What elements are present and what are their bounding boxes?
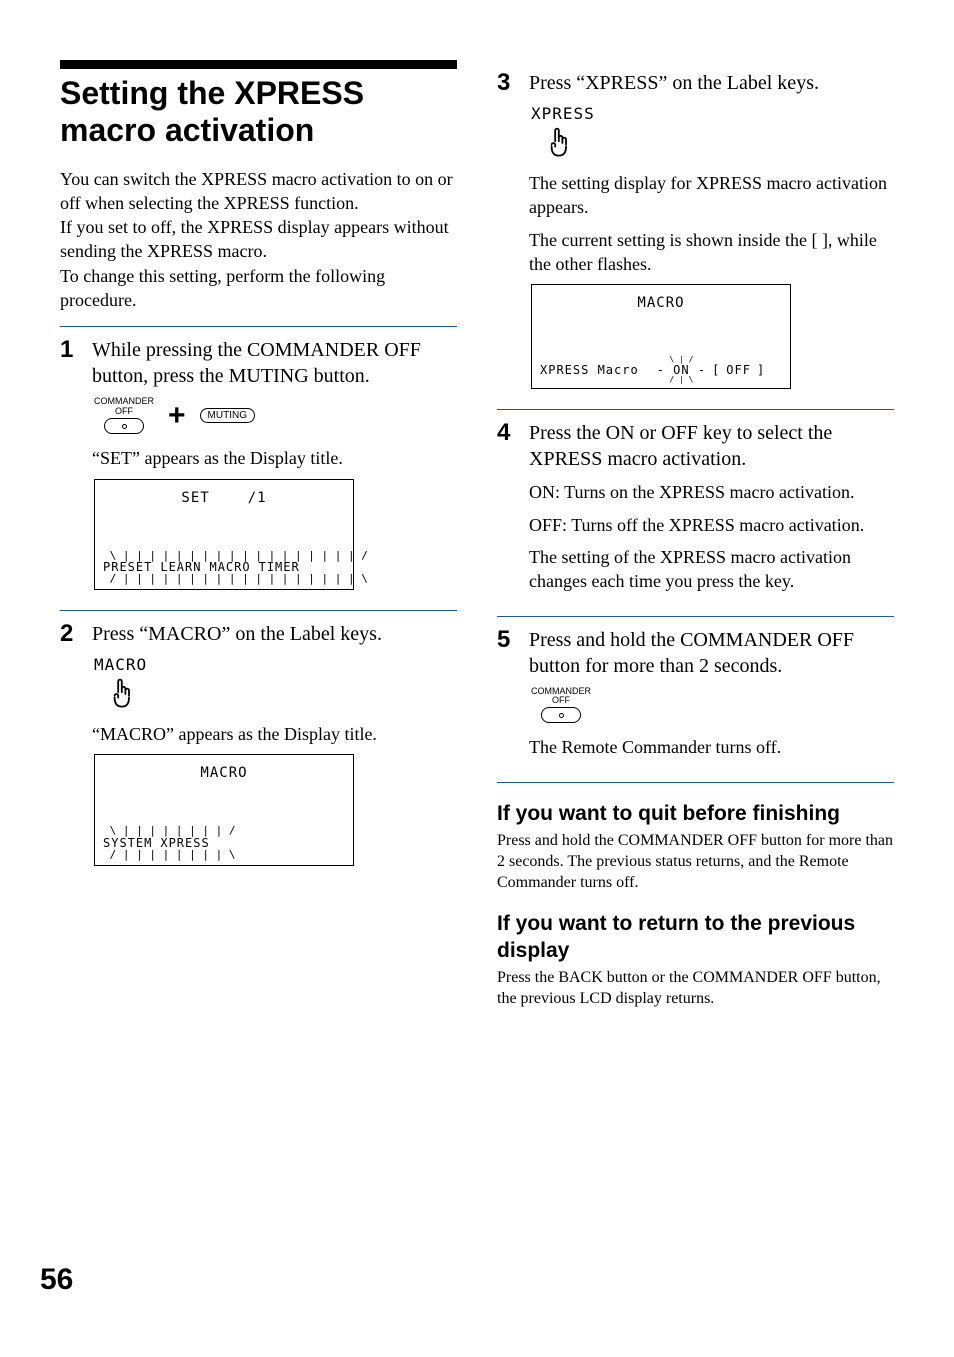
hand-press-icon bbox=[102, 676, 138, 712]
label-key-text: MACRO bbox=[94, 655, 147, 674]
lcd-row-label: XPRESS Macro bbox=[540, 363, 639, 377]
lcd-ticks-top: \ | | | | | | | | / bbox=[103, 827, 345, 835]
pill-icon bbox=[104, 418, 144, 434]
step-2: 2 Press “MACRO” on the Label keys. MACRO… bbox=[60, 621, 457, 872]
step-5: 5 Press and hold the COMMANDER OFF butto… bbox=[497, 627, 894, 768]
hand-press-icon bbox=[539, 125, 575, 161]
step-number: 3 bbox=[497, 70, 519, 395]
quit-section: If you want to quit before finishing Pre… bbox=[497, 801, 894, 894]
right-column: 3 Press “XPRESS” on the Label keys. XPRE… bbox=[497, 60, 894, 1009]
left-column: Setting the XPRESS macro activation You … bbox=[60, 60, 457, 1009]
lcd-ticks-top: \ | | | | | | | | | | | | | | | | | | / bbox=[103, 552, 345, 560]
lcd-title-macro: MACRO bbox=[103, 765, 345, 781]
commander-off-button-graphic: COMMANDER OFF bbox=[531, 687, 591, 724]
off-option: OFF bbox=[726, 363, 751, 377]
return-body: Press the BACK button or the COMMANDER O… bbox=[497, 968, 894, 1010]
bracket-close: ] bbox=[757, 363, 765, 377]
step-4-off-desc: OFF: Turns off the XPRESS macro activati… bbox=[529, 513, 894, 537]
step-3-instruction: Press “XPRESS” on the Label keys. bbox=[529, 70, 894, 96]
plus-icon: + bbox=[168, 401, 186, 431]
step-number: 5 bbox=[497, 627, 519, 768]
step-2-result: “MACRO” appears as the Display title. bbox=[92, 722, 457, 746]
lcd-ticks-bottom: / | | | | | | | | | | | | | | | | | | \ bbox=[103, 575, 345, 583]
step-4-instruction: Press the ON or OFF key to select the XP… bbox=[529, 420, 894, 472]
step-number: 1 bbox=[60, 337, 82, 596]
step-divider bbox=[497, 782, 894, 783]
lcd-title: MACRO bbox=[540, 295, 782, 311]
commander-off-button-graphic: COMMANDER OFF bbox=[94, 397, 154, 434]
lcd-display-set: SET /1 \ | | | | | | | | | | | | | | | |… bbox=[94, 479, 354, 590]
step-1-instruction: While pressing the COMMANDER OFF button,… bbox=[92, 337, 457, 389]
step-4-note: The setting of the XPRESS macro activati… bbox=[529, 545, 894, 594]
step-divider bbox=[497, 616, 894, 617]
lcd-display-macro: MACRO \ | | | | | | | | / SYSTEM XPRESS … bbox=[94, 754, 354, 865]
step-1: 1 While pressing the COMMANDER OFF butto… bbox=[60, 337, 457, 596]
step-number: 4 bbox=[497, 420, 519, 601]
lcd-title-set: SET bbox=[181, 490, 209, 506]
off-label: OFF bbox=[552, 696, 570, 705]
step-divider bbox=[60, 610, 457, 611]
quit-body: Press and hold the COMMANDER OFF button … bbox=[497, 831, 894, 893]
step-2-instruction: Press “MACRO” on the Label keys. bbox=[92, 621, 457, 647]
step-4-on-desc: ON: Turns on the XPRESS macro activation… bbox=[529, 480, 894, 504]
page-title: Setting the XPRESS macro activation bbox=[60, 75, 457, 149]
step-3-result-1: The setting display for XPRESS macro act… bbox=[529, 171, 894, 220]
step-1-result: “SET” appears as the Display title. bbox=[92, 446, 457, 470]
step-divider bbox=[497, 409, 894, 410]
title-rule bbox=[60, 60, 457, 69]
step-3: 3 Press “XPRESS” on the Label keys. XPRE… bbox=[497, 70, 894, 395]
step-5-instruction: Press and hold the COMMANDER OFF button … bbox=[529, 627, 894, 679]
pill-icon bbox=[541, 707, 581, 723]
intro-paragraph: You can switch the XPRESS macro activati… bbox=[60, 167, 457, 313]
lcd-display-xpress-macro: MACRO XPRESS Macro \ | / - ON - / | \ [ … bbox=[531, 284, 791, 389]
quit-heading: If you want to quit before finishing bbox=[497, 801, 894, 827]
lcd-title-slash1: /1 bbox=[248, 490, 267, 506]
label-key-xpress: XPRESS bbox=[531, 104, 894, 161]
step-5-result: The Remote Commander turns off. bbox=[529, 735, 894, 759]
step-divider bbox=[60, 326, 457, 327]
step-4: 4 Press the ON or OFF key to select the … bbox=[497, 420, 894, 601]
flash-icon: / | \ bbox=[669, 377, 693, 383]
label-key-text: XPRESS bbox=[531, 104, 595, 123]
muting-button-graphic: MUTING bbox=[200, 408, 255, 423]
return-section: If you want to return to the previous di… bbox=[497, 911, 894, 1009]
lcd-ticks-bottom: / | | | | | | | | \ bbox=[103, 851, 345, 859]
bracket-open: [ bbox=[712, 363, 720, 377]
button-combo-graphic: COMMANDER OFF + MUTING bbox=[94, 397, 457, 434]
step-number: 2 bbox=[60, 621, 82, 872]
commander-off-graphic: COMMANDER OFF bbox=[531, 687, 894, 724]
step-3-result-2: The current setting is shown inside the … bbox=[529, 228, 894, 277]
off-label: OFF bbox=[115, 407, 133, 416]
page-number: 56 bbox=[40, 1263, 73, 1297]
return-heading: If you want to return to the previous di… bbox=[497, 911, 894, 964]
label-key-macro: MACRO bbox=[94, 655, 457, 712]
